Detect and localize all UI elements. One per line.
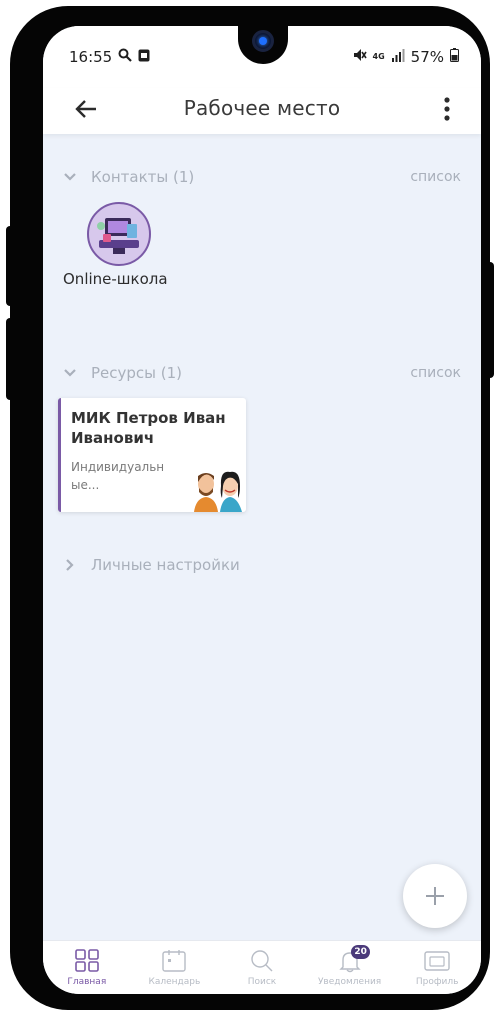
personal-settings-title: Личные настройки [91, 556, 240, 574]
people-illustration [194, 471, 242, 512]
app-screen: 16:55 4G 57% Рабочее место Контакты (1) … [43, 26, 481, 994]
search-icon [118, 48, 133, 66]
signal-icon [391, 48, 405, 66]
resources-list-link[interactable]: список [410, 365, 461, 381]
nav-item-notifications[interactable]: 20 Уведомления [306, 941, 394, 994]
battery-percent: 57% [410, 48, 444, 66]
chevron-right-icon [63, 558, 77, 572]
nav-label-notifications: Уведомления [317, 977, 382, 987]
resources-title: Ресурсы (1) [91, 364, 183, 382]
contacts-title: Контакты (1) [91, 168, 195, 186]
contacts-section-header[interactable]: Контакты (1) список [63, 166, 461, 188]
more-vertical-icon [444, 97, 450, 121]
phone-frame: 16:55 4G 57% Рабочее место Контакты (1) … [10, 6, 490, 1010]
online-school-avatar [87, 202, 151, 266]
resource-title: МИК Петров Иван Иванович [71, 409, 226, 447]
notification-app-icon [138, 48, 150, 66]
nav-label-profile: Профиль [415, 977, 459, 987]
resource-description: Индивидуальн ые... [71, 460, 165, 492]
plus-icon [426, 887, 444, 905]
nav-label-search: Поиск [247, 977, 277, 987]
bottom-navigation: Главная Календарь Поиск 20 Уведомления П… [43, 940, 481, 994]
calendar-icon [162, 950, 187, 972]
page-title: Рабочее место [183, 96, 341, 120]
personal-settings-header[interactable]: Личные настройки [63, 554, 461, 576]
chevron-down-icon [63, 170, 77, 184]
profile-card-icon [424, 951, 450, 971]
add-button[interactable] [403, 864, 467, 928]
nav-item-profile[interactable]: Профиль [393, 941, 481, 994]
nav-item-calendar[interactable]: Календарь [131, 941, 219, 994]
search-icon [251, 950, 273, 972]
mute-icon [353, 48, 367, 66]
grid-icon [74, 949, 99, 972]
nav-label-home: Главная [67, 977, 107, 987]
nav-item-home[interactable]: Главная [43, 941, 131, 994]
more-menu-button[interactable] [435, 92, 459, 126]
nav-label-calendar: Календарь [148, 977, 201, 987]
nav-item-search[interactable]: Поиск [218, 941, 306, 994]
contact-name: Online-школа [63, 270, 168, 288]
battery-icon [450, 48, 459, 66]
status-time: 16:55 [69, 48, 113, 66]
app-bar: Рабочее место [43, 88, 481, 134]
notification-badge: 20 [351, 945, 370, 959]
resource-card[interactable]: МИК Петров Иван Иванович Индивидуальн ые… [58, 398, 246, 512]
chevron-down-icon [63, 366, 77, 380]
network-label: 4G [372, 52, 385, 61]
resources-section-header[interactable]: Ресурсы (1) список [63, 362, 461, 384]
status-right: 4G 57% [353, 48, 459, 66]
status-left: 16:55 [69, 48, 150, 66]
camera-lens [252, 30, 274, 52]
contacts-list-link[interactable]: список [410, 169, 461, 185]
